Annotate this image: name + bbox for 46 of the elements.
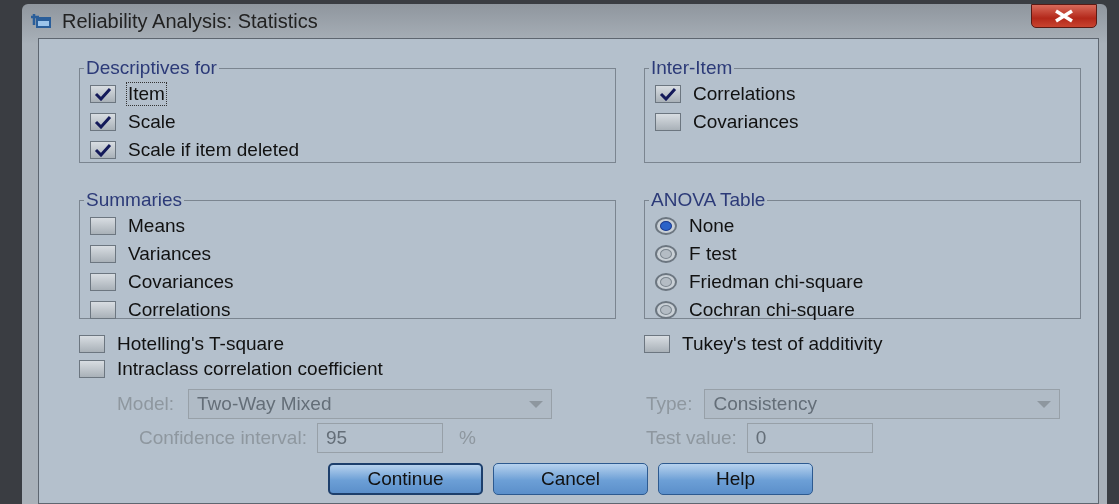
radio-label: F test	[688, 241, 738, 266]
checkbox[interactable]	[655, 112, 681, 131]
checkbox[interactable]	[90, 112, 116, 131]
radio-button[interactable]	[655, 216, 677, 235]
window-title: Reliability Analysis: Statistics	[62, 9, 318, 33]
checkbox-label: Variances	[127, 241, 213, 266]
radio-label: None	[688, 213, 736, 238]
radio-button[interactable]	[655, 300, 677, 319]
group-title: Descriptives for	[85, 57, 218, 79]
dialog-button[interactable]: Cancel	[493, 463, 648, 495]
checkbox-label: Correlations	[127, 297, 232, 322]
radio-button[interactable]	[655, 272, 677, 291]
checkbox[interactable]	[655, 84, 681, 103]
dialog-button[interactable]: Continue	[328, 463, 483, 495]
radio-label: Friedman chi-square	[688, 269, 865, 294]
radio-button[interactable]	[655, 244, 677, 263]
group-title: ANOVA Table	[650, 189, 767, 211]
checkbox[interactable]	[644, 334, 670, 353]
checkbox[interactable]	[90, 244, 116, 263]
checkbox[interactable]	[90, 272, 116, 291]
group-title: Summaries	[85, 189, 184, 211]
close-icon	[1052, 9, 1076, 23]
group-title: Inter-Item	[650, 57, 734, 79]
checkbox[interactable]	[79, 334, 105, 353]
checkbox-label: Item	[126, 81, 167, 106]
checkbox-label: Intraclass correlation coefficient	[116, 356, 384, 381]
checkbox[interactable]	[79, 359, 105, 378]
radio-label: Cochran chi-square	[688, 297, 856, 322]
table-icon	[30, 13, 52, 29]
close-button[interactable]	[1031, 4, 1097, 28]
checkbox[interactable]	[90, 84, 116, 103]
caret-icon	[1037, 400, 1052, 408]
checkbox[interactable]	[90, 140, 116, 159]
caret-icon	[529, 400, 544, 408]
dialog-button[interactable]: Help	[658, 463, 813, 495]
percent-label: %	[457, 426, 477, 450]
checkbox[interactable]	[90, 216, 116, 235]
checkbox-label: Scale	[127, 109, 177, 134]
checkbox-label: Covariances	[692, 109, 800, 134]
checkbox[interactable]	[90, 300, 116, 319]
checkbox-label: Tukey's test of additivity	[681, 331, 884, 356]
checkbox-label: Scale if item deleted	[127, 137, 301, 162]
checkbox-label: Hotelling's T-square	[116, 331, 285, 356]
checkbox-label: Means	[127, 213, 187, 238]
checkbox-label: Covariances	[127, 269, 235, 294]
checkbox-label: Correlations	[692, 81, 797, 106]
